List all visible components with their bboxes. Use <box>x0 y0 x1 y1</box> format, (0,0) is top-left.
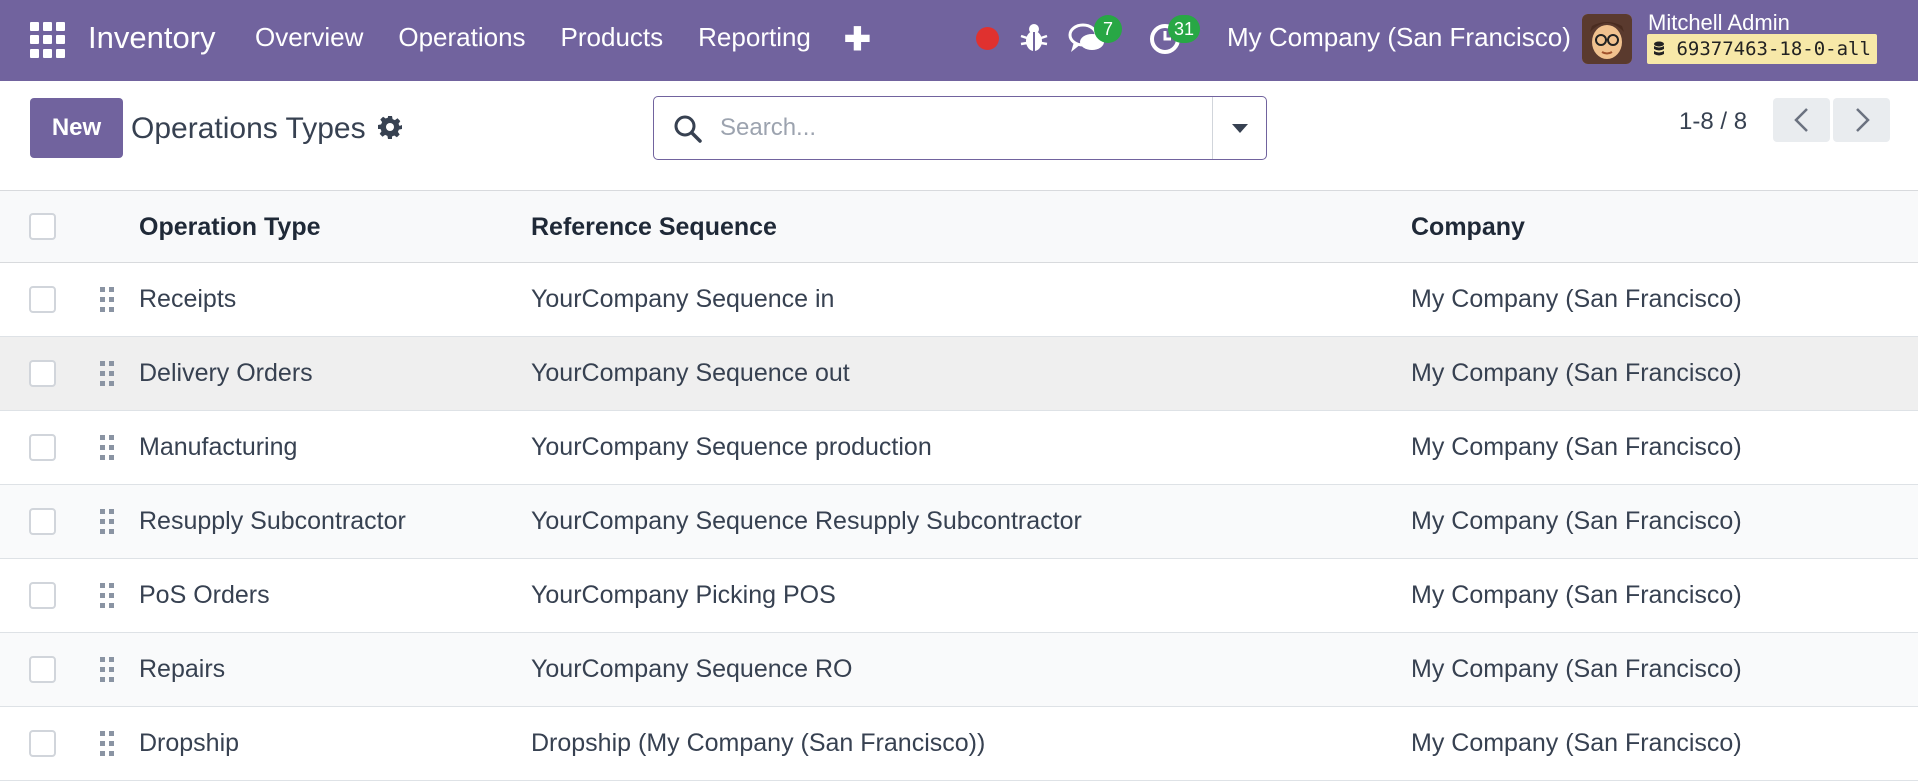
operation-types-table: Operation Type Reference Sequence Compan… <box>0 190 1918 781</box>
cell-operation-type: PoS Orders <box>139 581 270 609</box>
cell-reference-sequence: YourCompany Sequence out <box>531 359 850 387</box>
avatar[interactable] <box>1582 14 1632 64</box>
cell-company: My Company (San Francisco) <box>1411 655 1742 683</box>
row-checkbox[interactable] <box>29 582 56 609</box>
recording-icon[interactable] <box>976 27 999 50</box>
gear-icon[interactable] <box>378 115 402 139</box>
column-header-reference-sequence[interactable]: Reference Sequence <box>531 213 777 242</box>
app-grid-icon[interactable] <box>30 22 66 58</box>
plus-icon[interactable]: ✚ <box>844 20 871 58</box>
bug-icon[interactable] <box>1020 22 1048 54</box>
cell-company: My Company (San Francisco) <box>1411 729 1742 757</box>
cell-reference-sequence: YourCompany Picking POS <box>531 581 836 609</box>
database-chip[interactable]: 69377463-18-0-all <box>1647 34 1877 64</box>
table-row[interactable]: Manufacturing YourCompany Sequence produ… <box>0 411 1918 485</box>
cell-operation-type: Manufacturing <box>139 433 298 461</box>
row-checkbox[interactable] <box>29 730 56 757</box>
new-button[interactable]: New <box>30 98 123 158</box>
user-name[interactable]: Mitchell Admin <box>1648 10 1790 36</box>
cell-reference-sequence: YourCompany Sequence Resupply Subcontrac… <box>531 507 1082 535</box>
cell-operation-type: Resupply Subcontractor <box>139 507 406 535</box>
pager-value[interactable]: 1-8 / 8 <box>1679 108 1747 136</box>
drag-handle-icon[interactable] <box>98 507 116 537</box>
row-checkbox[interactable] <box>29 434 56 461</box>
cell-operation-type: Delivery Orders <box>139 359 313 387</box>
activities-count-badge: 31 <box>1168 15 1201 43</box>
top-navbar: Inventory Overview Operations Products R… <box>0 0 1918 81</box>
cell-reference-sequence: YourCompany Sequence in <box>531 285 835 313</box>
messages-count-badge: 7 <box>1094 15 1122 43</box>
search-options-toggle[interactable] <box>1212 97 1266 159</box>
drag-handle-icon[interactable] <box>98 729 116 759</box>
select-all-checkbox[interactable] <box>29 213 56 240</box>
column-header-operation-type[interactable]: Operation Type <box>139 213 321 242</box>
chevron-right-icon <box>1856 108 1870 132</box>
pager-next-button[interactable] <box>1833 98 1890 142</box>
row-checkbox[interactable] <box>29 656 56 683</box>
row-checkbox[interactable] <box>29 508 56 535</box>
cell-company: My Company (San Francisco) <box>1411 581 1742 609</box>
pager-previous-button[interactable] <box>1773 98 1830 142</box>
cell-company: My Company (San Francisco) <box>1411 285 1742 313</box>
drag-handle-icon[interactable] <box>98 359 116 389</box>
table-row[interactable]: Dropship Dropship (My Company (San Franc… <box>0 707 1918 781</box>
drag-handle-icon[interactable] <box>98 655 116 685</box>
main-menu: Overview Operations Products Reporting <box>255 22 846 53</box>
search-bar <box>653 96 1267 160</box>
cell-company: My Company (San Francisco) <box>1411 433 1742 461</box>
database-icon <box>1654 41 1664 56</box>
search-icon[interactable] <box>673 114 703 144</box>
drag-handle-icon[interactable] <box>98 581 116 611</box>
search-input[interactable] <box>720 111 1200 145</box>
cell-reference-sequence: YourCompany Sequence production <box>531 433 932 461</box>
menu-item-products[interactable]: Products <box>561 22 664 53</box>
menu-item-operations[interactable]: Operations <box>398 22 525 53</box>
table-row[interactable]: Receipts YourCompany Sequence in My Comp… <box>0 263 1918 337</box>
database-name: 69377463-18-0-all <box>1676 38 1871 60</box>
cell-company: My Company (San Francisco) <box>1411 359 1742 387</box>
table-header: Operation Type Reference Sequence Compan… <box>0 191 1918 263</box>
table-row[interactable]: Repairs YourCompany Sequence RO My Compa… <box>0 633 1918 707</box>
table-row[interactable]: PoS Orders YourCompany Picking POS My Co… <box>0 559 1918 633</box>
row-checkbox[interactable] <box>29 286 56 313</box>
menu-item-overview[interactable]: Overview <box>255 22 363 53</box>
drag-handle-icon[interactable] <box>98 433 116 463</box>
cell-reference-sequence: YourCompany Sequence RO <box>531 655 853 683</box>
cell-company: My Company (San Francisco) <box>1411 507 1742 535</box>
app-name[interactable]: Inventory <box>88 20 216 56</box>
cell-operation-type: Dropship <box>139 729 240 757</box>
column-header-company[interactable]: Company <box>1411 213 1525 242</box>
table-row[interactable]: Delivery Orders YourCompany Sequence out… <box>0 337 1918 411</box>
cell-operation-type: Receipts <box>139 285 237 313</box>
cell-operation-type: Repairs <box>139 655 226 683</box>
chevron-left-icon <box>1794 108 1808 132</box>
cell-reference-sequence: Dropship (My Company (San Francisco)) <box>531 729 986 757</box>
drag-handle-icon[interactable] <box>98 285 116 315</box>
menu-item-reporting[interactable]: Reporting <box>698 22 811 53</box>
row-checkbox[interactable] <box>29 360 56 387</box>
table-row[interactable]: Resupply Subcontractor YourCompany Seque… <box>0 485 1918 559</box>
page-title: Operations Types <box>131 112 366 145</box>
company-switcher[interactable]: My Company (San Francisco) <box>1227 22 1571 53</box>
